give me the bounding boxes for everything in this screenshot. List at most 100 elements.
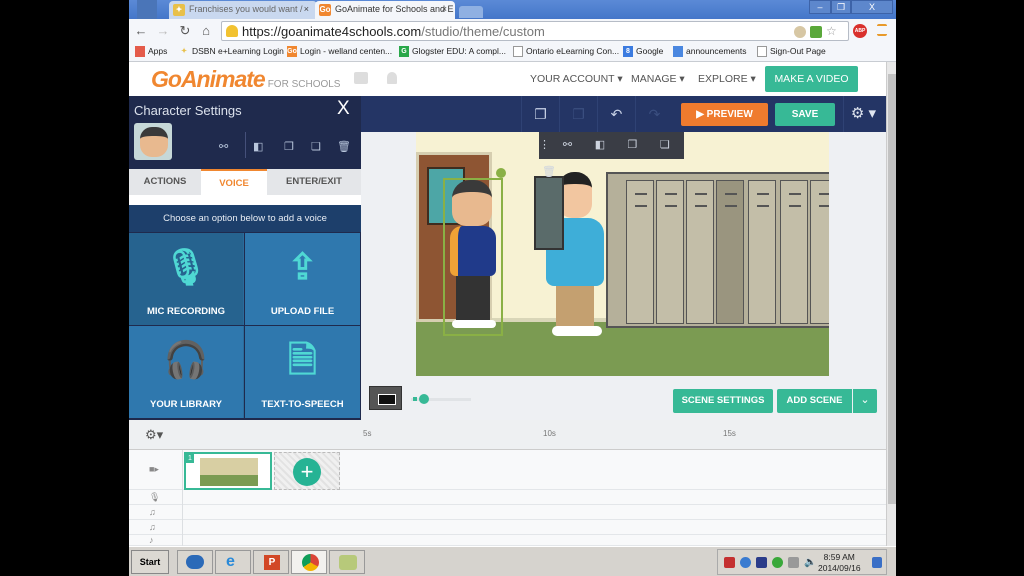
logo-subtext: FOR SCHOOLS <box>267 79 341 90</box>
voice-instructions: Choose an option below to add a voice <box>129 205 361 232</box>
music-track[interactable]: ♪ <box>129 535 889 546</box>
selection-box[interactable] <box>443 178 503 336</box>
profile-avatar-icon[interactable] <box>137 0 157 19</box>
paste-icon[interactable]: ❏ <box>651 132 679 159</box>
taskbar-app-powerpoint[interactable]: P <box>253 550 289 574</box>
blocked-plugin-icon[interactable] <box>794 26 806 38</box>
music-track[interactable]: ♫ <box>129 505 889 520</box>
tab-enter-exit[interactable]: ENTER/EXIT <box>267 169 361 195</box>
paste-icon[interactable]: ❏ <box>311 140 321 153</box>
nav-your-account[interactable]: YOUR ACCOUNT ▾ <box>530 73 623 85</box>
bookmark-glogster[interactable]: G Glogster EDU: A compl... <box>399 46 507 57</box>
browser-tab-active[interactable]: Go GoAnimate for Schools and E × <box>315 1 455 19</box>
save-button[interactable]: SAVE <box>775 103 835 126</box>
add-scene-dropdown-icon[interactable]: ⌄ <box>853 389 877 413</box>
flip-icon[interactable]: ◧ <box>586 132 614 159</box>
bookmark-announcements[interactable]: announcements <box>673 46 747 57</box>
add-scene-button[interactable]: ADD SCENE <box>777 389 852 413</box>
preview-button[interactable]: ▶ PREVIEW <box>681 103 768 126</box>
adblock-icon[interactable]: ABP <box>853 24 867 38</box>
bookmark-label: Glogster EDU: A compl... <box>412 46 507 56</box>
trash-icon[interactable]: 🗑 <box>337 140 351 153</box>
swap-character-icon[interactable]: ⚯ <box>219 140 228 153</box>
close-tab-icon[interactable]: × <box>442 1 447 18</box>
character-avatar[interactable] <box>134 123 172 160</box>
back-icon[interactable]: ← <box>133 23 149 38</box>
bookmark-star-icon[interactable]: ☆ <box>826 25 838 38</box>
new-tab-button[interactable] <box>459 6 483 18</box>
paste-icon[interactable]: ❐ <box>521 96 559 132</box>
bookmark-google[interactable]: 8 Google <box>623 46 663 57</box>
close-window-button[interactable]: X <box>851 0 893 14</box>
screen: ✦ Franchises you would want / × Go GoAni… <box>129 0 896 576</box>
zoom-slider-handle[interactable] <box>419 394 429 404</box>
copy-icon[interactable]: ❐ <box>559 96 597 132</box>
bell-icon[interactable] <box>387 72 397 84</box>
minimize-button[interactable]: – <box>809 0 831 14</box>
nav-explore[interactable]: EXPLORE ▾ <box>698 73 756 85</box>
swap-character-icon[interactable]: ⚯ <box>553 132 581 159</box>
tray-network-icon[interactable] <box>740 557 751 568</box>
add-scene-slot[interactable]: + <box>274 452 340 490</box>
locker <box>656 180 684 324</box>
forward-icon[interactable]: → <box>155 23 171 38</box>
bookmark-welland[interactable]: Go Login - welland centen... <box>287 46 392 57</box>
tray-icon[interactable] <box>724 557 735 568</box>
show-desktop-icon[interactable] <box>872 557 882 568</box>
trash-icon[interactable]: 🗑 <box>539 159 559 186</box>
browser-tab[interactable]: ✦ Franchises you would want / × <box>169 1 317 19</box>
upload-file-option[interactable]: ⇪ UPLOAD FILE <box>245 233 360 325</box>
tray-display-icon[interactable] <box>756 557 767 568</box>
rotate-handle-icon[interactable] <box>496 168 506 178</box>
voice-track[interactable]: 🎙 <box>129 490 889 505</box>
make-a-video-button[interactable]: MAKE A VIDEO <box>765 66 858 92</box>
tray-power-icon[interactable] <box>788 557 799 568</box>
scene-canvas[interactable]: ⋮ ⚯ ◧ ❐ ❏ 🗑 <box>416 132 829 376</box>
nav-manage[interactable]: MANAGE ▾ <box>631 73 685 85</box>
restore-button[interactable]: ❐ <box>831 0 851 14</box>
bookmark-signout[interactable]: Sign-Out Page <box>757 46 826 57</box>
volume-icon[interactable]: 🔈 <box>804 557 816 568</box>
tab-voice[interactable]: VOICE <box>201 169 267 195</box>
thumbnail-toggle-button[interactable] <box>369 386 402 410</box>
bookmark-apps[interactable]: Apps <box>135 46 167 57</box>
taskbar-app-chrome[interactable] <box>291 550 327 574</box>
settings-gear-icon[interactable]: ⚙ ▾ <box>843 96 883 132</box>
extension-icon[interactable] <box>810 26 822 38</box>
your-library-option[interactable]: 🎧 YOUR LIBRARY <box>129 326 244 418</box>
taskbar-app-other[interactable] <box>329 550 365 574</box>
tab-actions[interactable]: ACTIONS <box>129 169 201 195</box>
copy-icon[interactable]: ❐ <box>284 140 294 153</box>
home-icon[interactable]: ⌂ <box>198 23 214 38</box>
timeline-settings-gear-icon[interactable]: ⚙▾ <box>145 427 163 443</box>
plus-icon[interactable]: + <box>293 458 321 486</box>
mail-icon[interactable] <box>354 72 368 84</box>
drag-handle-icon[interactable]: ⋮ <box>539 132 550 159</box>
copy-icon[interactable]: ❐ <box>618 132 646 159</box>
menu-icon[interactable] <box>877 24 887 36</box>
redo-icon[interactable]: ↷ <box>635 96 673 132</box>
timeline-ruler[interactable]: ⚙▾ 5s 10s 15s <box>129 420 889 450</box>
taskbar-app-ie[interactable]: e <box>215 550 251 574</box>
start-button[interactable]: Start <box>131 550 169 574</box>
scene-thumbnail[interactable]: 1 <box>184 452 272 490</box>
taskbar-app-network[interactable] <box>177 550 213 574</box>
close-tab-icon[interactable]: × <box>304 1 309 18</box>
bookmark-dsbn[interactable]: ✦ DSBN e+Learning Login <box>179 46 284 56</box>
tray-sync-icon[interactable] <box>772 557 783 568</box>
bookmark-label: Sign-Out Page <box>770 46 826 56</box>
close-icon[interactable]: X <box>337 98 350 120</box>
undo-icon[interactable]: ↶ <box>597 96 635 132</box>
scrollbar-thumb[interactable] <box>888 74 896 504</box>
music-track[interactable]: ♫ <box>129 520 889 535</box>
bookmark-ontario[interactable]: Ontario eLearning Con... <box>513 46 619 57</box>
text-to-speech-option[interactable]: 🗎 TEXT-TO-SPEECH <box>245 326 360 418</box>
clock[interactable]: 8:59 AM 2014/09/16 <box>818 552 861 574</box>
reload-icon[interactable]: ↻ <box>177 23 193 39</box>
address-bar[interactable]: https://goanimate4schools.com/studio/the… <box>221 21 849 41</box>
vertical-scrollbar[interactable] <box>886 62 896 546</box>
goanimate-logo[interactable]: GoAnimate FOR SCHOOLS <box>151 66 340 93</box>
mic-recording-option[interactable]: 🎙 MIC RECORDING <box>129 233 244 325</box>
scene-settings-button[interactable]: SCENE SETTINGS <box>673 389 773 413</box>
flip-icon[interactable]: ◧ <box>253 140 263 153</box>
